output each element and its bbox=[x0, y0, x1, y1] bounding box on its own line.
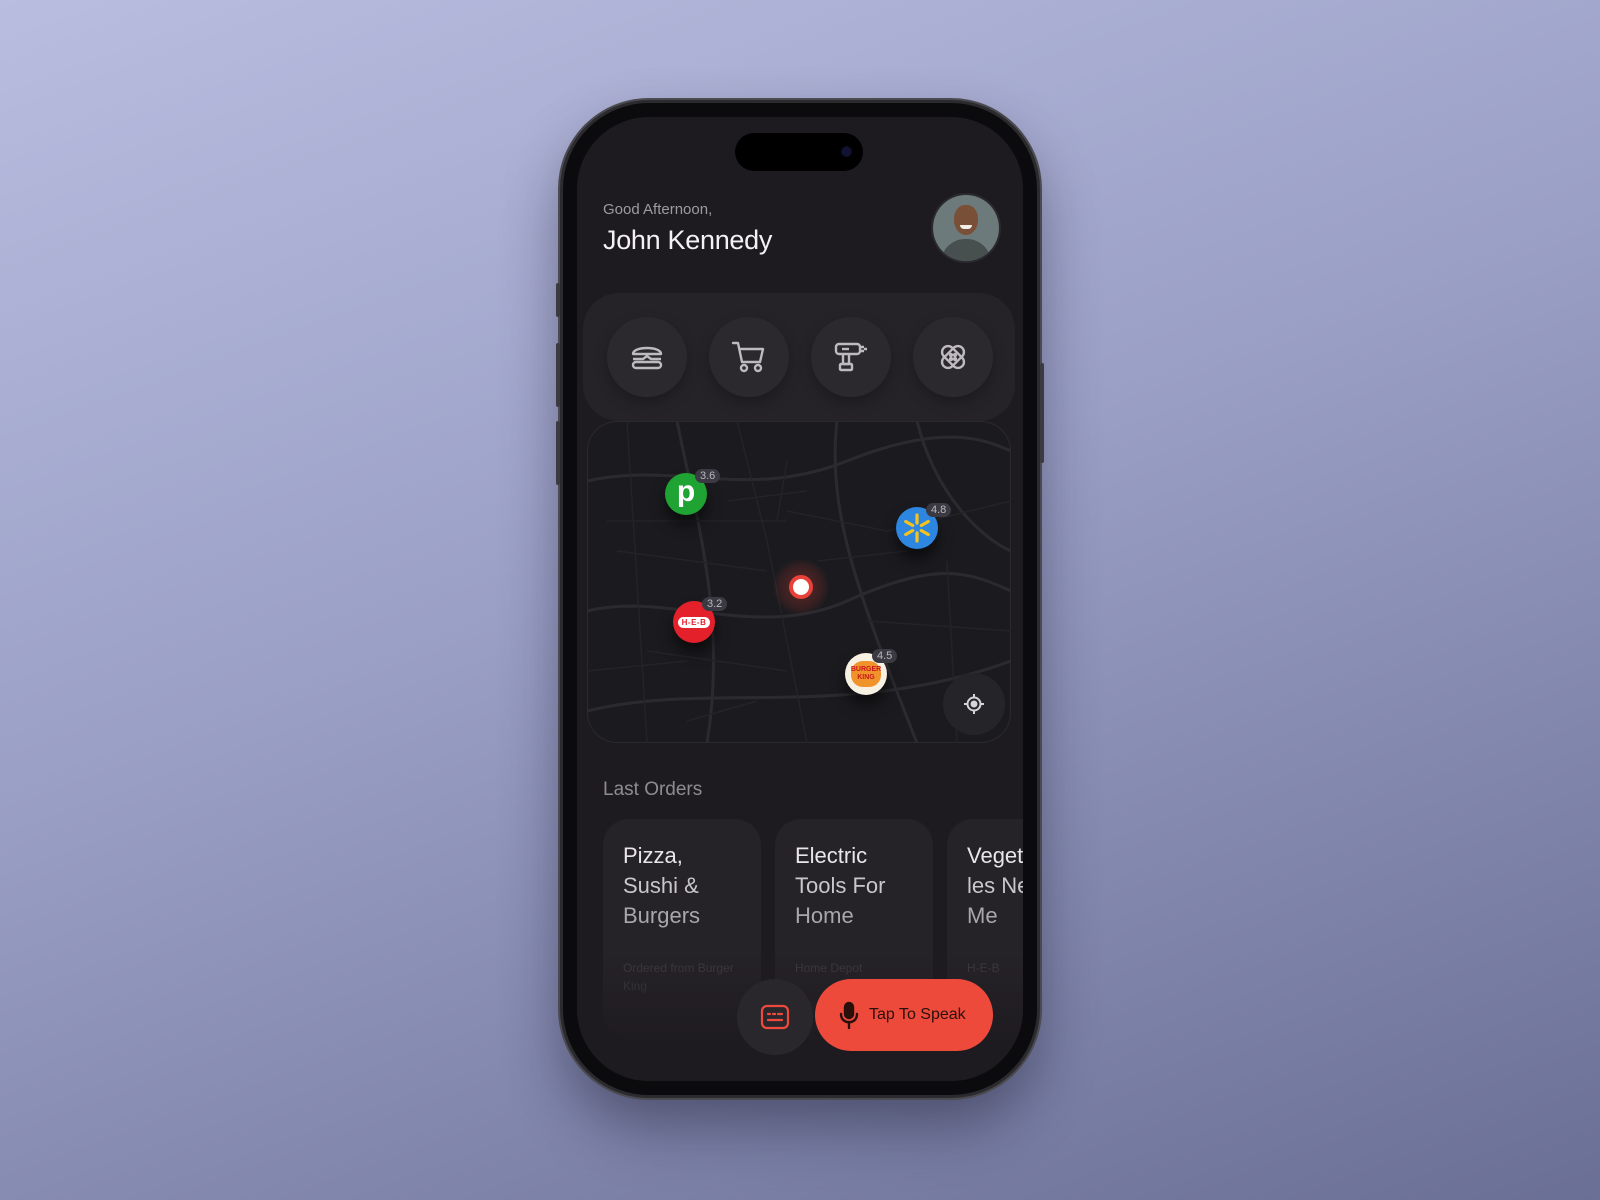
camera-icon bbox=[842, 147, 851, 156]
category-grocery-button[interactable] bbox=[709, 317, 789, 397]
last-orders-title: Last Orders bbox=[603, 779, 703, 800]
burger-king-logo: BURGER KING bbox=[851, 661, 881, 687]
dynamic-island bbox=[735, 133, 863, 171]
rating-badge: 3.6 bbox=[695, 469, 721, 483]
order-title-line: Burgers bbox=[623, 903, 701, 928]
drill-icon bbox=[834, 342, 867, 372]
greeting-text: Good Afternoon, bbox=[603, 201, 713, 218]
keyboard-icon bbox=[760, 1004, 790, 1030]
microphone-icon bbox=[839, 1001, 859, 1029]
order-title-line: Home bbox=[795, 903, 854, 928]
order-title-line: Me bbox=[967, 903, 998, 928]
avatar-face bbox=[954, 205, 978, 235]
shopping-cart-icon bbox=[731, 341, 765, 373]
order-title-line: les Near bbox=[967, 873, 1023, 898]
category-pharmacy-button[interactable] bbox=[913, 317, 993, 397]
order-title-line: Vegetab bbox=[967, 843, 1023, 868]
order-title-line: Sushi & bbox=[623, 873, 699, 898]
category-tools-button[interactable] bbox=[811, 317, 891, 397]
order-title: Electric Tools For Home bbox=[795, 841, 933, 931]
publix-logo: p bbox=[676, 475, 696, 508]
power-button bbox=[1040, 363, 1044, 463]
volume-up-button bbox=[556, 343, 560, 407]
category-food-button[interactable] bbox=[607, 317, 687, 397]
volume-down-button bbox=[556, 421, 560, 485]
locate-me-button[interactable] bbox=[943, 673, 1005, 735]
store-map[interactable]: p 3.6 4.8 H-E-B 3.2 BURGER KING 4.5 bbox=[587, 421, 1011, 743]
order-title-line: Pizza, bbox=[623, 843, 683, 868]
user-name: John Kennedy bbox=[603, 225, 773, 255]
order-title-line: Tools For bbox=[795, 873, 886, 898]
walmart-spark-icon bbox=[904, 513, 930, 543]
rating-badge: 4.5 bbox=[872, 649, 898, 663]
order-title: Pizza, Sushi & Burgers bbox=[623, 841, 761, 931]
rating-badge: 4.8 bbox=[926, 503, 952, 517]
tap-to-speak-label: Tap To Speak bbox=[869, 1006, 966, 1023]
order-title: Vegetab les Near Me bbox=[967, 841, 1023, 931]
avatar-shirt bbox=[941, 239, 991, 261]
heb-logo: H-E-B bbox=[677, 616, 711, 628]
location-dot-icon bbox=[773, 559, 829, 615]
app-screen: Good Afternoon, John Kennedy p 3.6 4.8 H… bbox=[577, 117, 1023, 1081]
keyboard-button[interactable] bbox=[737, 979, 813, 1055]
phone-frame: Good Afternoon, John Kennedy p 3.6 4.8 H… bbox=[556, 103, 1044, 1095]
crosshair-icon bbox=[964, 694, 984, 714]
action-button bbox=[556, 283, 560, 317]
bandage-icon bbox=[940, 344, 966, 370]
rating-badge: 3.2 bbox=[702, 597, 728, 611]
tap-to-speak-button[interactable]: Tap To Speak bbox=[815, 979, 993, 1051]
avatar[interactable] bbox=[933, 195, 999, 261]
category-panel bbox=[583, 293, 1015, 421]
burger-icon bbox=[631, 346, 663, 370]
order-title-line: Electric bbox=[795, 843, 868, 868]
